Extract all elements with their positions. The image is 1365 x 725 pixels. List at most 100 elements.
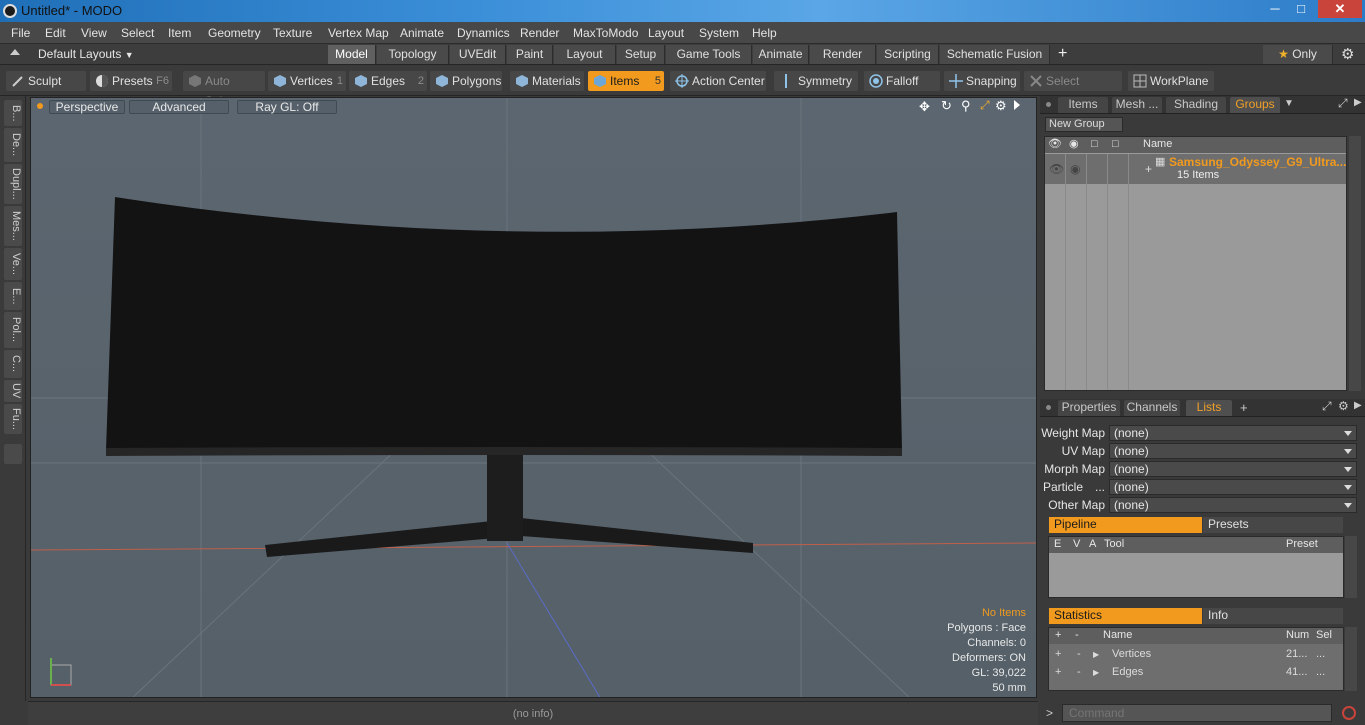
tab-layout[interactable]: Layout bbox=[554, 45, 616, 64]
move-icon[interactable]: ✥ bbox=[919, 99, 930, 115]
maximize-panel-icon[interactable]: ⤢ bbox=[1338, 96, 1348, 111]
morph-map-select[interactable]: (none) bbox=[1109, 461, 1357, 477]
menu-geometry[interactable]: Geometry bbox=[208, 26, 261, 40]
close-button[interactable]: ✕ bbox=[1318, 0, 1362, 18]
menu-item[interactable]: Item bbox=[168, 26, 191, 40]
vtab-uv[interactable]: UV bbox=[4, 380, 22, 402]
tab-properties[interactable]: Properties bbox=[1058, 400, 1120, 416]
presets-tab[interactable]: Presets bbox=[1203, 517, 1343, 533]
tab-paint[interactable]: Paint bbox=[507, 45, 553, 64]
tab-shading[interactable]: Shading bbox=[1166, 97, 1226, 113]
menu-animate[interactable]: Animate bbox=[400, 26, 444, 40]
tab-groups[interactable]: Groups bbox=[1230, 97, 1280, 113]
menu-system[interactable]: System bbox=[699, 26, 739, 40]
add-tab-button[interactable]: + bbox=[1240, 400, 1248, 415]
triangle-right-icon[interactable]: ▶ bbox=[1093, 664, 1099, 681]
collapse-minus-icon[interactable]: - bbox=[1077, 664, 1081, 681]
vtab-curve[interactable]: C... bbox=[4, 350, 22, 378]
materials-button[interactable]: Materials bbox=[510, 71, 584, 91]
viewport-gear-icon[interactable]: ⚙ bbox=[995, 98, 1007, 114]
menu-render[interactable]: Render bbox=[520, 26, 559, 40]
row-visibility-icon[interactable]: 👁 bbox=[1049, 162, 1064, 176]
collapse-icon[interactable] bbox=[10, 49, 20, 55]
other-map-select[interactable]: (none) bbox=[1109, 497, 1357, 513]
auto-select-button[interactable]: Auto Select bbox=[183, 71, 265, 108]
statistics-tab[interactable]: Statistics bbox=[1049, 608, 1202, 624]
polygons-button[interactable]: Polygons bbox=[430, 71, 502, 91]
menu-help[interactable]: Help bbox=[752, 26, 777, 40]
tab-topology[interactable]: Topology bbox=[377, 45, 449, 64]
viewport-menu-icon[interactable] bbox=[37, 103, 43, 109]
group-row[interactable]: 👁 ◉ + ▦ Samsung_Odyssey_G9_Ultra... 15 I… bbox=[1045, 154, 1346, 184]
only-button[interactable]: ★ Only bbox=[1263, 45, 1333, 64]
particle-select[interactable]: (none) bbox=[1109, 479, 1357, 495]
gear-icon[interactable]: ⚙ bbox=[1341, 45, 1354, 63]
tab-lists[interactable]: Lists bbox=[1186, 400, 1232, 416]
tab-setup[interactable]: Setup bbox=[617, 45, 665, 64]
zoom-icon[interactable]: ⚲ bbox=[961, 98, 971, 114]
menu-texture[interactable]: Texture bbox=[273, 26, 312, 40]
record-icon[interactable] bbox=[1342, 706, 1356, 720]
props-gear-icon[interactable]: ⚙ bbox=[1338, 399, 1349, 413]
expand-plus-icon[interactable]: + bbox=[1055, 664, 1061, 681]
vtab-fusion[interactable]: Fu... bbox=[4, 404, 22, 434]
menu-vertex-map[interactable]: Vertex Map bbox=[328, 26, 389, 40]
table-row[interactable]: + - ▶ Edges 41... ... bbox=[1049, 664, 1343, 682]
rotate-icon[interactable]: ↻ bbox=[941, 98, 952, 114]
tab-game-tools[interactable]: Game Tools bbox=[666, 45, 752, 64]
groups-scrollbar[interactable] bbox=[1349, 136, 1361, 391]
maximize-button[interactable]: □ bbox=[1288, 0, 1314, 18]
tab-schematic-fusion[interactable]: Schematic Fusion bbox=[940, 45, 1050, 64]
expand-plus-icon[interactable]: + bbox=[1055, 646, 1061, 663]
tab-items[interactable]: Items bbox=[1058, 97, 1108, 113]
menu-view[interactable]: View bbox=[81, 26, 107, 40]
uv-map-select[interactable]: (none) bbox=[1109, 443, 1357, 459]
vtab-vertex[interactable]: Ve... bbox=[4, 248, 22, 280]
weight-map-select[interactable]: (none) bbox=[1109, 425, 1357, 441]
props-expand-icon[interactable]: ▶ bbox=[1354, 400, 1362, 411]
tabs-dropdown-icon[interactable]: ▼ bbox=[1284, 98, 1294, 109]
new-group-button[interactable]: New Group bbox=[1045, 117, 1123, 132]
menu-file[interactable]: File bbox=[11, 26, 30, 40]
menu-dynamics[interactable]: Dynamics bbox=[457, 26, 510, 40]
3d-viewport[interactable]: Perspective Advanced Ray GL: Off ✥ ↻ ⚲ ⤢… bbox=[30, 97, 1037, 698]
raygl-dropdown[interactable]: Ray GL: Off bbox=[237, 100, 337, 114]
menu-select[interactable]: Select bbox=[121, 26, 154, 40]
tab-render[interactable]: Render bbox=[810, 45, 876, 64]
fit-icon[interactable]: ⤢ bbox=[980, 98, 990, 113]
triangle-right-icon[interactable]: ▶ bbox=[1093, 646, 1099, 663]
props-menu-icon[interactable] bbox=[1046, 405, 1051, 410]
default-layouts-dropdown[interactable]: Default Layouts ▼ bbox=[38, 47, 134, 61]
table-row[interactable]: + - ▶ Vertices 21... ... bbox=[1049, 646, 1343, 664]
group-name[interactable]: Samsung_Odyssey_G9_Ultra... bbox=[1169, 155, 1346, 169]
panel-menu-icon[interactable] bbox=[1046, 102, 1051, 107]
vtab-duplicate[interactable]: Dupl... bbox=[4, 164, 22, 204]
presets-button[interactable]: Presets F6 bbox=[90, 71, 172, 91]
command-input[interactable] bbox=[1062, 704, 1332, 722]
symmetry-button[interactable]: Symmetry bbox=[774, 71, 858, 91]
vtab-deform[interactable]: De... bbox=[4, 128, 22, 162]
advanced-dropdown[interactable]: Advanced bbox=[129, 100, 229, 114]
tab-animate[interactable]: Animate bbox=[753, 45, 809, 64]
edges-button[interactable]: Edges 2 bbox=[349, 71, 427, 91]
vertices-button[interactable]: Vertices 1 bbox=[268, 71, 346, 91]
snapping-button[interactable]: Snapping bbox=[944, 71, 1020, 91]
props-maximize-icon[interactable]: ⤢ bbox=[1322, 399, 1332, 414]
vtab-polygon[interactable]: Pol... bbox=[4, 312, 22, 348]
items-button[interactable]: Items 5 bbox=[588, 71, 664, 91]
tab-mesh[interactable]: Mesh ... bbox=[1112, 97, 1162, 113]
vtab-more[interactable] bbox=[4, 444, 22, 464]
statistics-scrollbar[interactable] bbox=[1345, 627, 1357, 691]
panel-expand-icon[interactable]: ▶ bbox=[1354, 97, 1362, 108]
info-tab[interactable]: Info bbox=[1203, 608, 1343, 624]
pipeline-scrollbar[interactable] bbox=[1345, 536, 1357, 598]
vtab-edge[interactable]: E... bbox=[4, 282, 22, 310]
viewport-expand-icon[interactable] bbox=[1014, 100, 1020, 110]
expand-icon[interactable]: + bbox=[1145, 162, 1152, 176]
sculpt-button[interactable]: Sculpt bbox=[6, 71, 86, 91]
menu-layout[interactable]: Layout bbox=[648, 26, 684, 40]
add-layout-button[interactable]: + bbox=[1058, 45, 1067, 63]
collapse-minus-icon[interactable]: - bbox=[1077, 646, 1081, 663]
menu-maxtomodo[interactable]: MaxToModo bbox=[573, 26, 638, 40]
workplane-button[interactable]: WorkPlane bbox=[1128, 71, 1214, 91]
